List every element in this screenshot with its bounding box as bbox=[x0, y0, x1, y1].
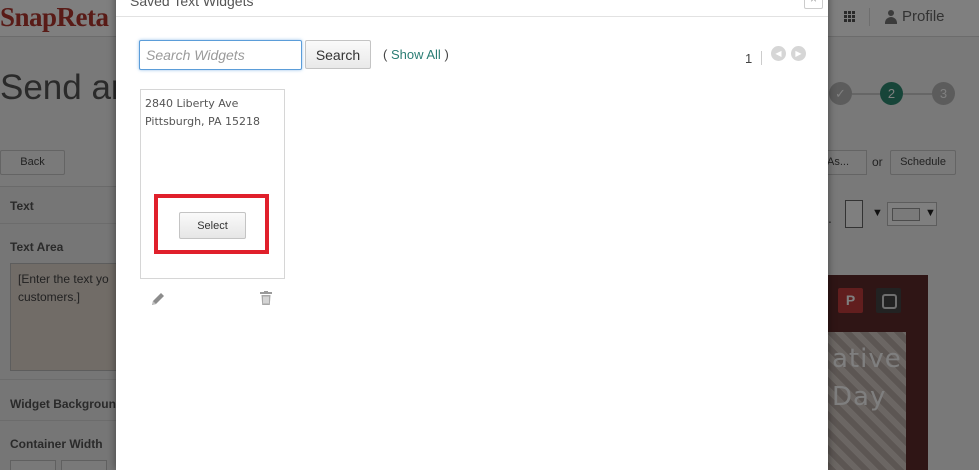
chevron-right-icon[interactable]: ▶ bbox=[791, 46, 806, 61]
close-icon[interactable]: × bbox=[804, 0, 823, 9]
dialog-header: Saved Text Widgets × bbox=[116, 0, 828, 17]
search-input[interactable] bbox=[139, 40, 302, 70]
chevron-left-icon[interactable]: ◀ bbox=[771, 46, 786, 61]
pencil-icon[interactable] bbox=[150, 291, 166, 307]
search-button[interactable]: Search bbox=[305, 40, 371, 69]
widget-text-line: 2840 Liberty Ave bbox=[145, 97, 239, 110]
select-widget-button[interactable]: Select bbox=[179, 212, 246, 239]
trash-icon[interactable] bbox=[260, 291, 272, 305]
paren-open: ( bbox=[383, 47, 391, 62]
saved-text-widgets-dialog: Saved Text Widgets × Search ( Show All )… bbox=[116, 0, 828, 470]
page-number: 1 bbox=[745, 51, 753, 66]
paren-close: ) bbox=[440, 47, 449, 62]
show-all-link[interactable]: Show All bbox=[391, 47, 441, 62]
widget-text-line: Pittsburgh, PA 15218 bbox=[145, 115, 260, 128]
show-all-wrapper: ( Show All ) bbox=[383, 47, 449, 62]
pager-divider bbox=[761, 51, 762, 65]
dialog-title: Saved Text Widgets bbox=[130, 0, 254, 9]
